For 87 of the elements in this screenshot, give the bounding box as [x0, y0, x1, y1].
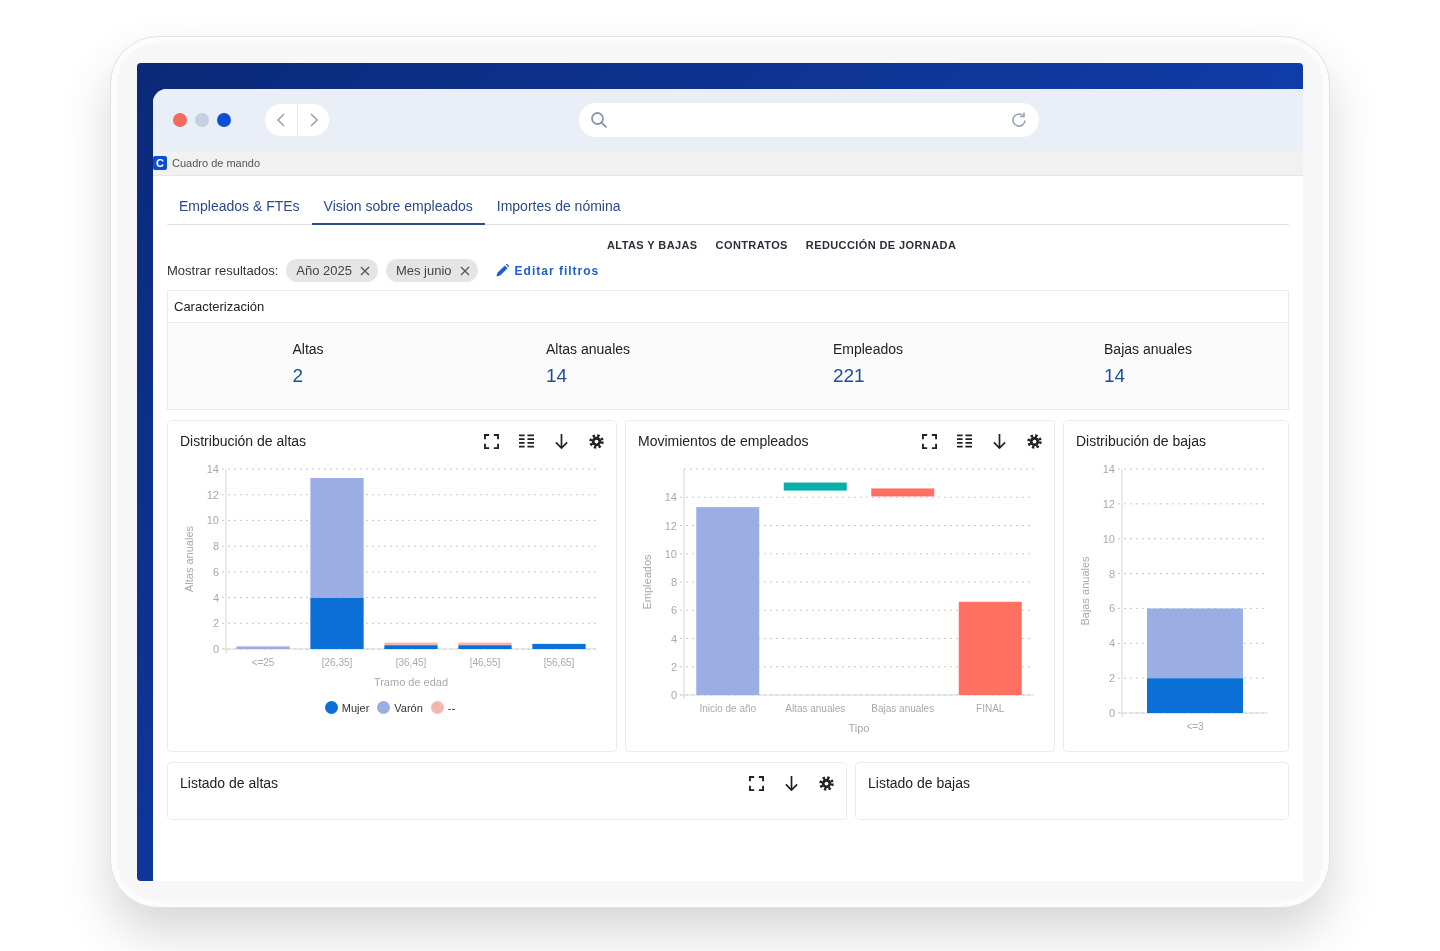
arrow-down-icon[interactable]	[992, 433, 1007, 449]
legend-label: Mujer	[341, 701, 370, 714]
chevron-left-icon	[277, 113, 285, 127]
kpi-label: Altas	[292, 341, 324, 357]
axis-tick-label: 10	[664, 547, 677, 560]
card-title: Listado de altas	[180, 775, 279, 791]
pencil-icon	[495, 264, 509, 277]
filter-chip[interactable]: Mes junio	[385, 259, 478, 282]
list-icon[interactable]	[957, 433, 972, 449]
axis-tick-label: 6	[1108, 602, 1115, 615]
axis-tick-label: 2	[212, 617, 219, 630]
axis-title: Altas anuales	[183, 526, 195, 592]
axis-tick-label: 12	[1102, 497, 1115, 510]
axis-tick-label: 2	[1108, 672, 1115, 685]
axis-tick-label: FINAL	[976, 703, 1005, 714]
axis-title: Empleados	[641, 554, 653, 610]
close-icon	[459, 265, 470, 276]
kpi-label: Bajas anuales	[1104, 341, 1192, 357]
axis-tick-label: Bajas anuales	[871, 703, 935, 714]
app-logo: C	[153, 156, 167, 170]
axis-tick-label: 4	[670, 632, 677, 645]
axis-tick-label: 6	[670, 604, 677, 617]
edit-filters-link[interactable]: Editar filtros	[495, 263, 600, 278]
settings-icon[interactable]	[819, 775, 834, 791]
kpi-value: 221	[832, 365, 866, 387]
axis-tick-label: 10	[1102, 532, 1115, 545]
kpi-label: Altas anuales	[545, 341, 631, 357]
axis-tick-label: 8	[670, 576, 677, 588]
axis-tick-label: [56,65]	[543, 657, 575, 668]
filter-chip[interactable]: Año 2025	[286, 259, 378, 282]
axis-tick-label: [36,45]	[395, 657, 427, 668]
axis-tick-label: 0	[212, 643, 219, 655]
axis-tick-label: 0	[670, 689, 677, 701]
axis-tick-label: 14	[206, 463, 219, 475]
window-control-icon[interactable]	[217, 113, 231, 127]
tab[interactable]: Importes de nómina	[484, 186, 633, 225]
card-title: Listado de bajas	[868, 775, 970, 791]
legend-label: Varón	[394, 701, 423, 714]
search-icon	[591, 112, 607, 128]
axis-tick-label: <=3	[1186, 721, 1204, 732]
close-icon	[359, 265, 370, 276]
axis-tick-label: 2	[670, 660, 677, 673]
settings-icon[interactable]	[589, 433, 604, 449]
browser-tab[interactable]: C Cuadro de mando	[153, 156, 269, 170]
axis-tick-label: Inicio de año	[699, 703, 757, 714]
axis-tick-label: 4	[212, 591, 219, 604]
axis-tick-label: 8	[1108, 567, 1115, 580]
card-title: Movimientos de empleados	[638, 433, 809, 449]
arrow-down-icon[interactable]	[784, 775, 799, 791]
kpi-label: Empleados	[832, 341, 903, 357]
axis-tick-label: 14	[664, 491, 677, 504]
section-tab[interactable]: CONTRATOS	[715, 237, 788, 253]
legend-label: --	[447, 701, 456, 714]
section-tab[interactable]: REDUCCIÓN DE JORNADA	[805, 237, 957, 253]
address-field[interactable]	[579, 103, 1039, 137]
axis-tick-label: <=25	[251, 657, 275, 668]
chevron-right-icon	[309, 113, 318, 127]
window-control-icon[interactable]	[173, 113, 187, 127]
kpi-value: 14	[1104, 365, 1127, 387]
kpi-value: 2	[292, 365, 304, 387]
axis-tick-label: 10	[206, 514, 219, 527]
axis-tick-label: 6	[212, 565, 219, 578]
axis-tick-label: 14	[1102, 463, 1115, 475]
arrow-down-icon[interactable]	[554, 433, 569, 449]
axis-tick-label: [26,35]	[321, 657, 353, 668]
axis-title: Tramo de edad	[373, 676, 449, 688]
axis-tick-label: 8	[212, 540, 219, 553]
expand-icon[interactable]	[922, 433, 937, 449]
list-icon[interactable]	[519, 433, 534, 449]
card-title: Distribución de bajas	[1076, 433, 1206, 449]
axis-title: Bajas anuales	[1079, 556, 1091, 626]
axis-tick-label: 4	[1108, 637, 1115, 650]
axis-title: Tipo	[848, 722, 870, 734]
filter-label: Mostrar resultados:	[167, 263, 279, 278]
axis-tick-label: [46,55]	[469, 657, 501, 668]
axis-tick-label: 0	[1108, 707, 1115, 719]
tab[interactable]: Empleados & FTEs	[167, 186, 312, 225]
axis-tick-label: 12	[206, 488, 219, 501]
expand-icon[interactable]	[749, 775, 764, 791]
expand-icon[interactable]	[484, 433, 499, 449]
settings-icon[interactable]	[1027, 433, 1042, 449]
axis-tick-label: 12	[664, 519, 677, 532]
axis-tick-label: Altas anuales	[785, 703, 846, 714]
card-title: Distribución de altas	[180, 433, 307, 449]
kpi-value: 14	[545, 365, 569, 387]
section-tab[interactable]: ALTAS Y BAJAS	[607, 237, 698, 253]
tab[interactable]: Vision sobre empleados	[311, 186, 485, 225]
